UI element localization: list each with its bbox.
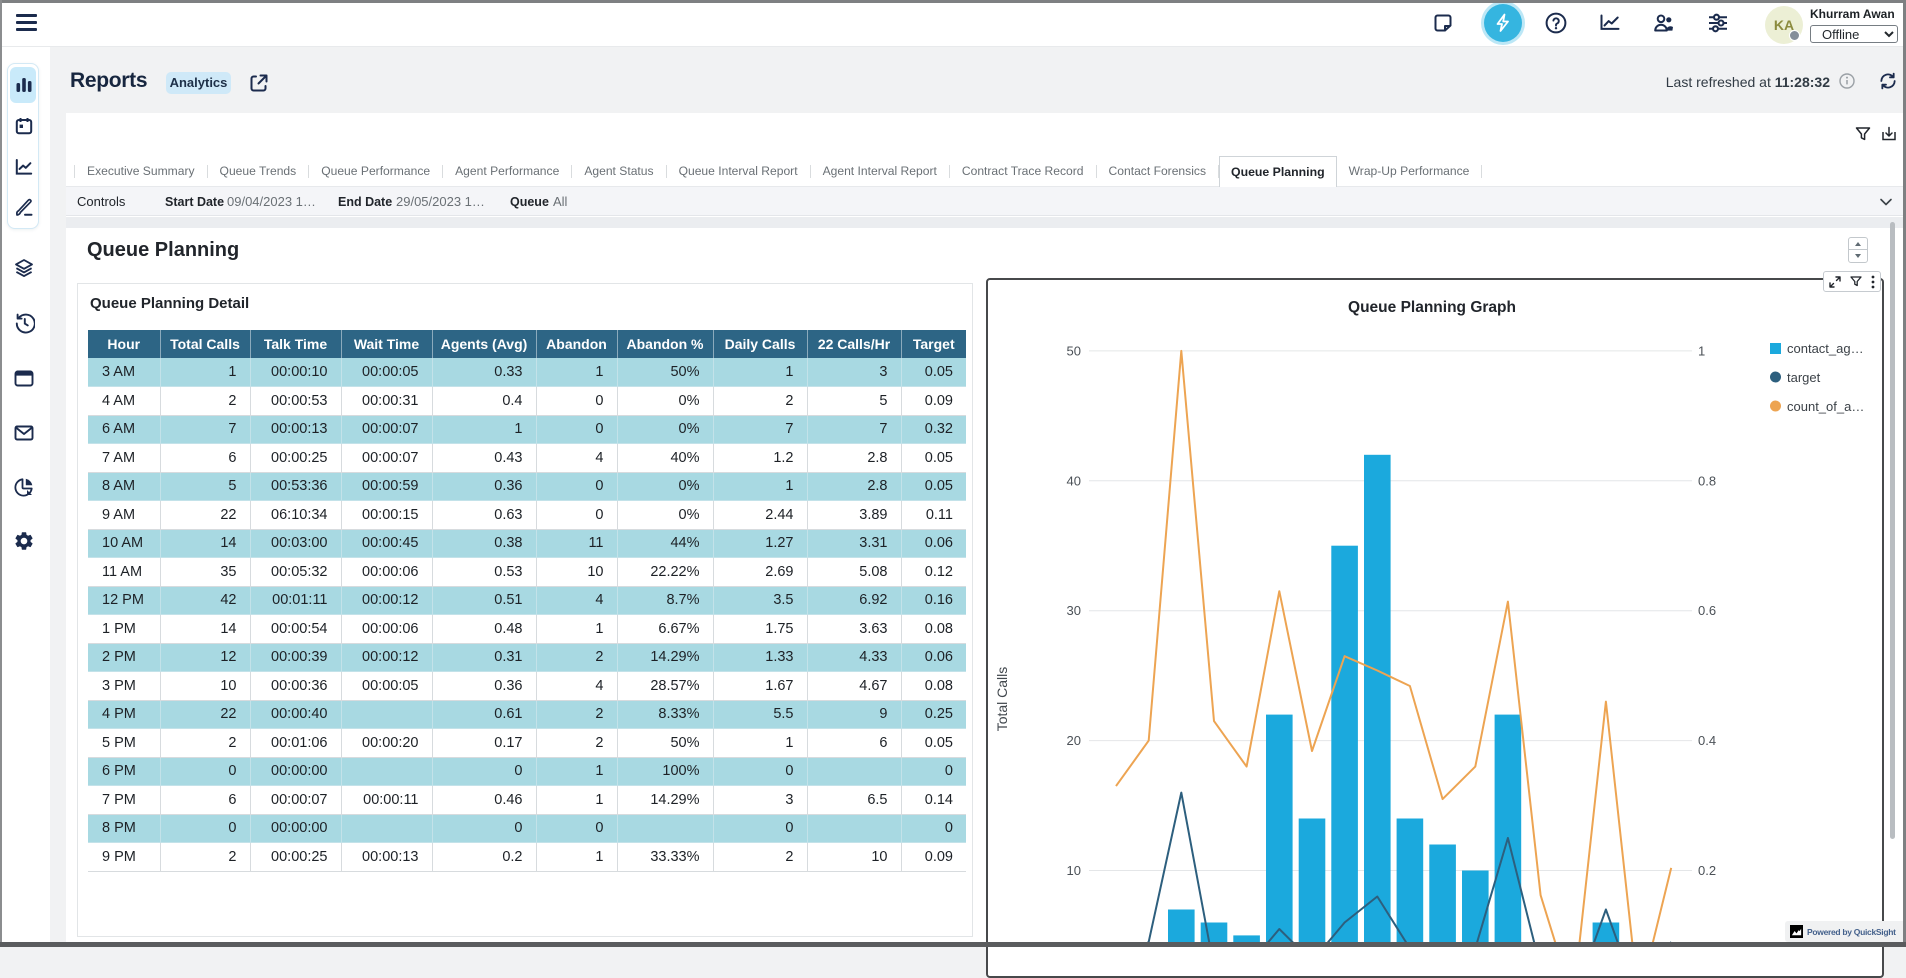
svg-text:Total Calls: Total Calls — [994, 667, 1010, 732]
svg-text:10: 10 — [1067, 863, 1081, 878]
svg-text:0.2: 0.2 — [1698, 863, 1716, 878]
svg-text:0.8: 0.8 — [1698, 473, 1716, 488]
svg-text:target: target — [1787, 370, 1821, 385]
svg-text:Queue Planning Graph: Queue Planning Graph — [1348, 299, 1516, 316]
svg-text:contact_ag…: contact_ag… — [1787, 341, 1864, 356]
svg-text:0.4: 0.4 — [1698, 733, 1716, 748]
svg-text:count_of_a…: count_of_a… — [1787, 399, 1864, 414]
svg-text:30: 30 — [1067, 603, 1081, 618]
svg-text:40: 40 — [1067, 473, 1081, 488]
svg-text:1: 1 — [1698, 343, 1705, 358]
svg-text:50: 50 — [1067, 343, 1081, 358]
svg-text:0.6: 0.6 — [1698, 603, 1716, 618]
svg-text:20: 20 — [1067, 733, 1081, 748]
